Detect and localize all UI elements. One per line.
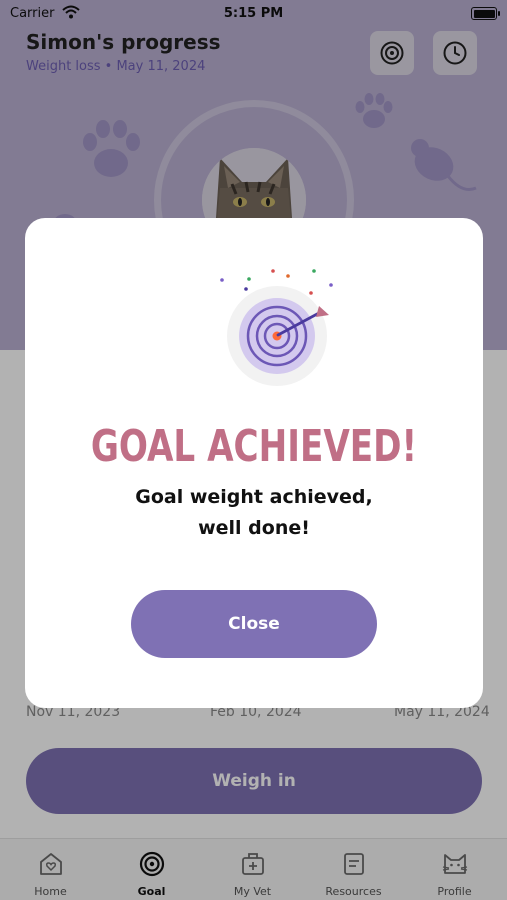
goal-achieved-dialog: GOAL ACHIEVED! Goal weight achieved, wel…	[25, 218, 483, 708]
target-arrow-icon	[220, 269, 333, 386]
dialog-title: GOAL ACHIEVED!	[90, 420, 418, 472]
dialog-message: Goal weight achieved, well done!	[85, 482, 423, 544]
close-button[interactable]: Close	[131, 590, 377, 658]
dialog-message-line: Goal weight achieved,	[135, 486, 373, 508]
dialog-message-line: well done!	[198, 517, 310, 539]
